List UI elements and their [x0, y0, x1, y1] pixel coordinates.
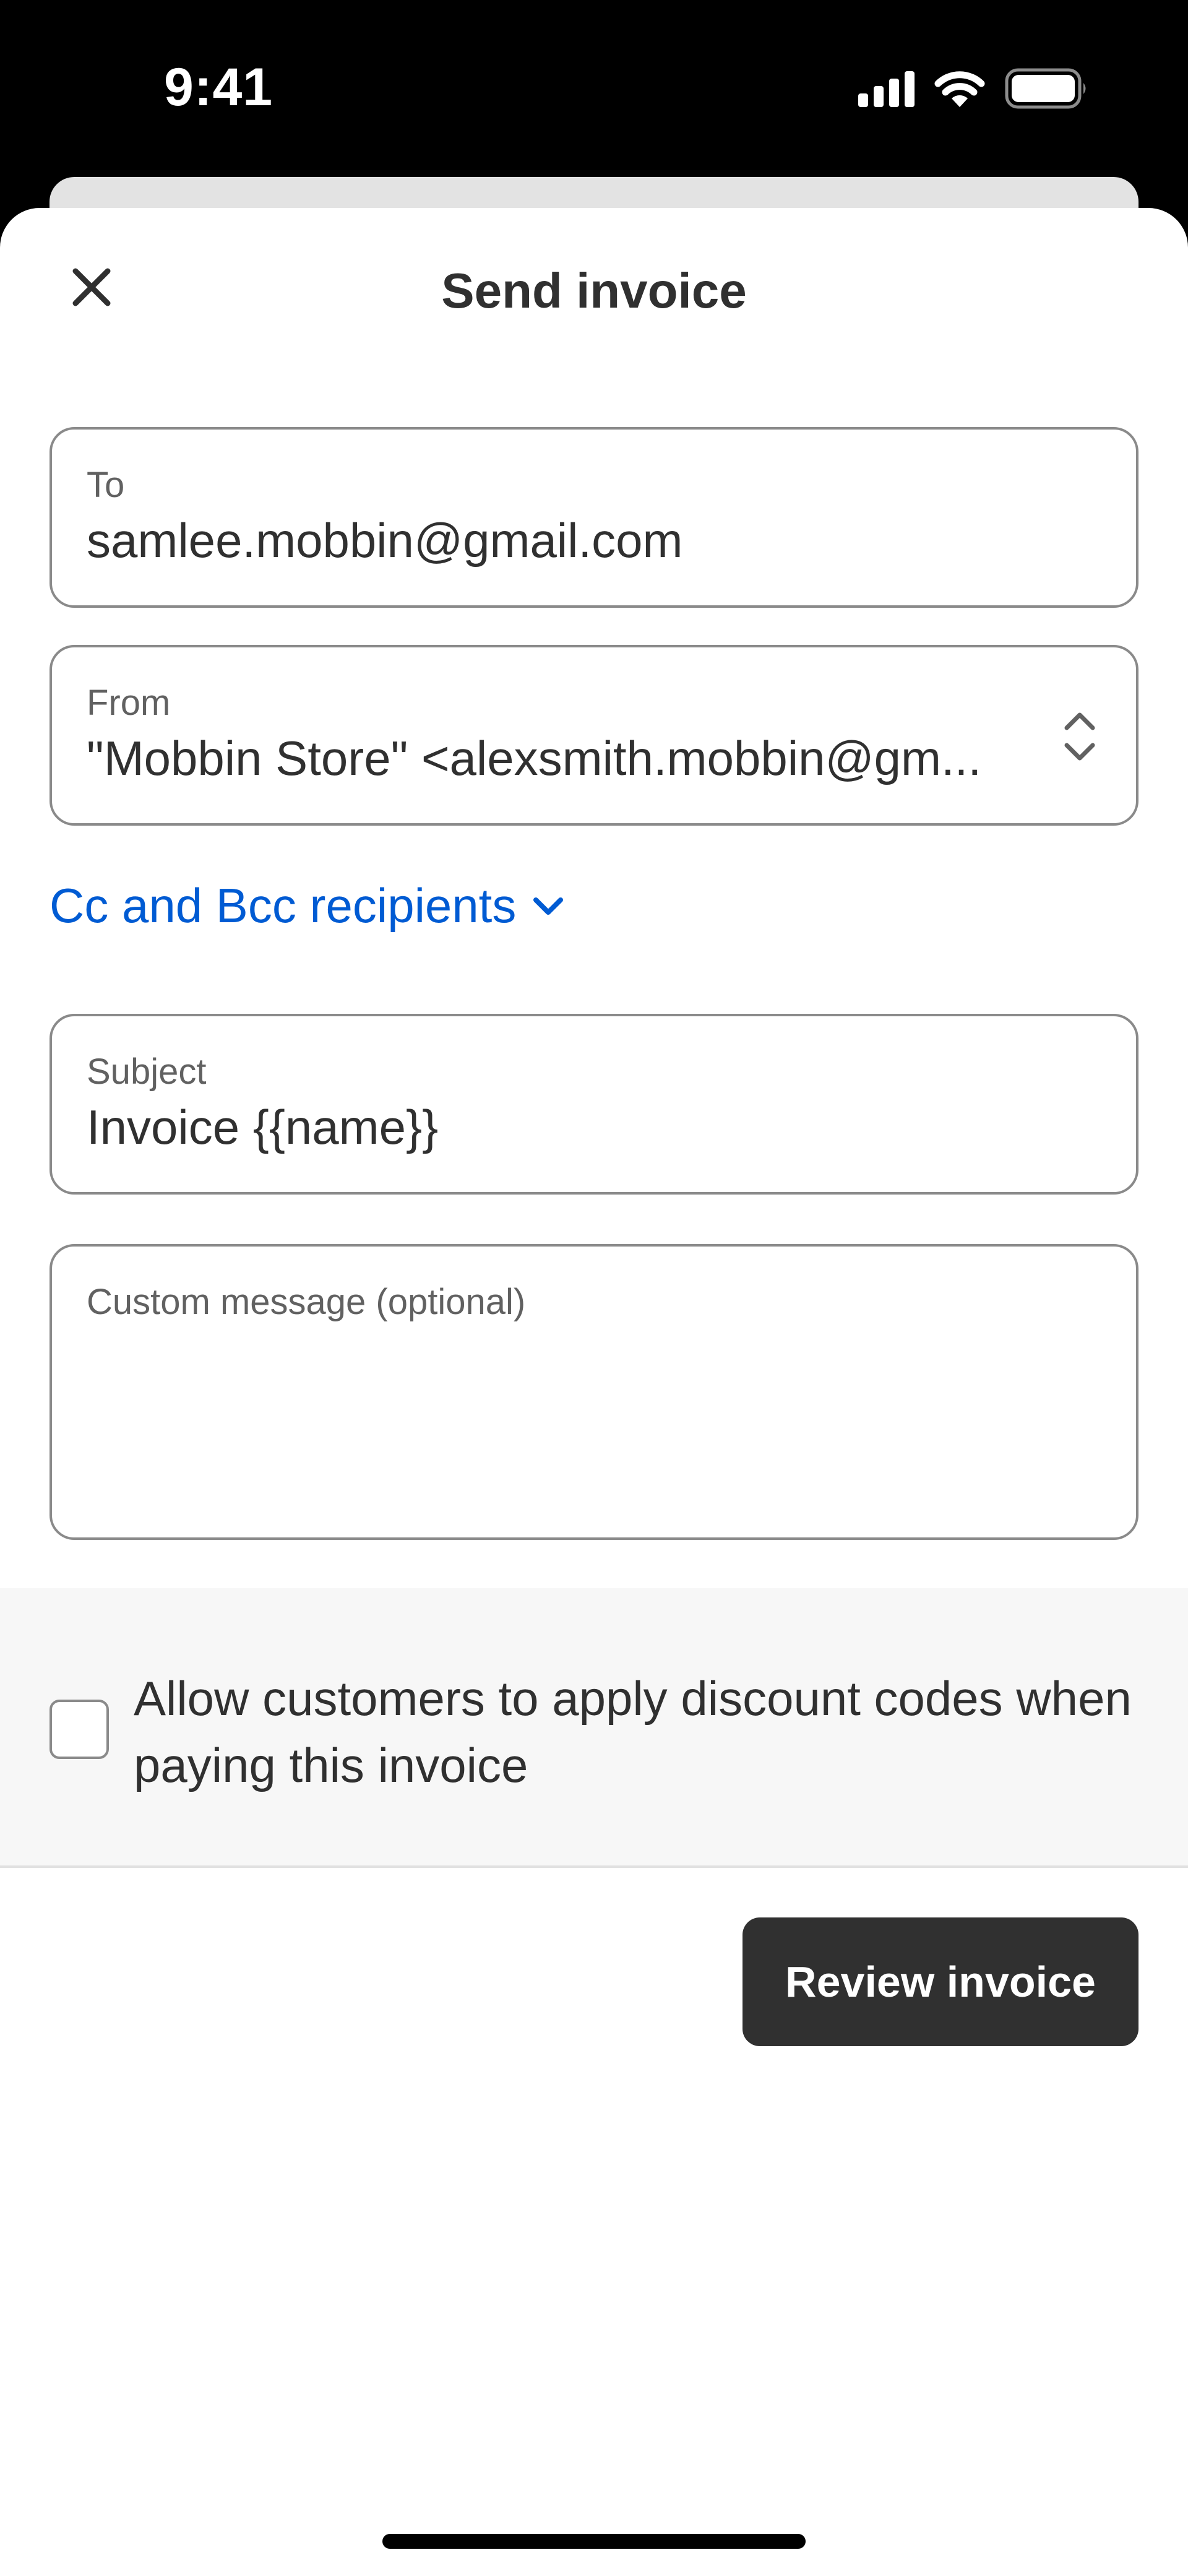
chevron-up-down-icon: [1064, 712, 1095, 761]
send-invoice-sheet: Send invoice To samlee.mobbin@gmail.com …: [0, 208, 1188, 2576]
cc-bcc-label: Cc and Bcc recipients: [50, 878, 517, 933]
home-indicator: [382, 2534, 806, 2549]
status-icons: [858, 67, 1089, 110]
status-time: 9:41: [164, 58, 273, 117]
chevron-down-icon: [533, 897, 564, 915]
discount-codes-section: Allow customers to apply discount codes …: [0, 1588, 1188, 1868]
custom-message-placeholder: Custom message (optional): [87, 1282, 526, 1322]
wifi-icon: [934, 71, 985, 107]
to-field-label: To: [87, 465, 125, 505]
subject-field[interactable]: Subject Invoice {{name}}: [50, 1014, 1138, 1195]
review-invoice-button[interactable]: Review invoice: [742, 1917, 1138, 2046]
signal-icon: [858, 70, 915, 107]
sheet-header: Send invoice: [0, 208, 1188, 381]
from-select-value: "Mobbin Store" <alexsmith.mobbin@gm...: [87, 731, 982, 785]
discount-codes-checkbox[interactable]: [50, 1700, 109, 1759]
cc-bcc-toggle[interactable]: Cc and Bcc recipients: [50, 878, 564, 934]
from-select[interactable]: From "Mobbin Store" <alexsmith.mobbin@gm…: [50, 645, 1138, 826]
battery-icon: [1005, 68, 1086, 109]
subject-field-value: Invoice {{name}}: [87, 1100, 439, 1154]
to-field[interactable]: To samlee.mobbin@gmail.com: [50, 427, 1138, 608]
subject-field-label: Subject: [87, 1052, 207, 1092]
from-select-label: From: [87, 683, 171, 723]
to-field-value: samlee.mobbin@gmail.com: [87, 513, 683, 568]
page-title: Send invoice: [441, 263, 747, 318]
custom-message-textarea[interactable]: Custom message (optional): [50, 1244, 1138, 1540]
status-bar: 9:41: [0, 0, 1188, 179]
discount-codes-label: Allow customers to apply discount codes …: [134, 1671, 1132, 1792]
